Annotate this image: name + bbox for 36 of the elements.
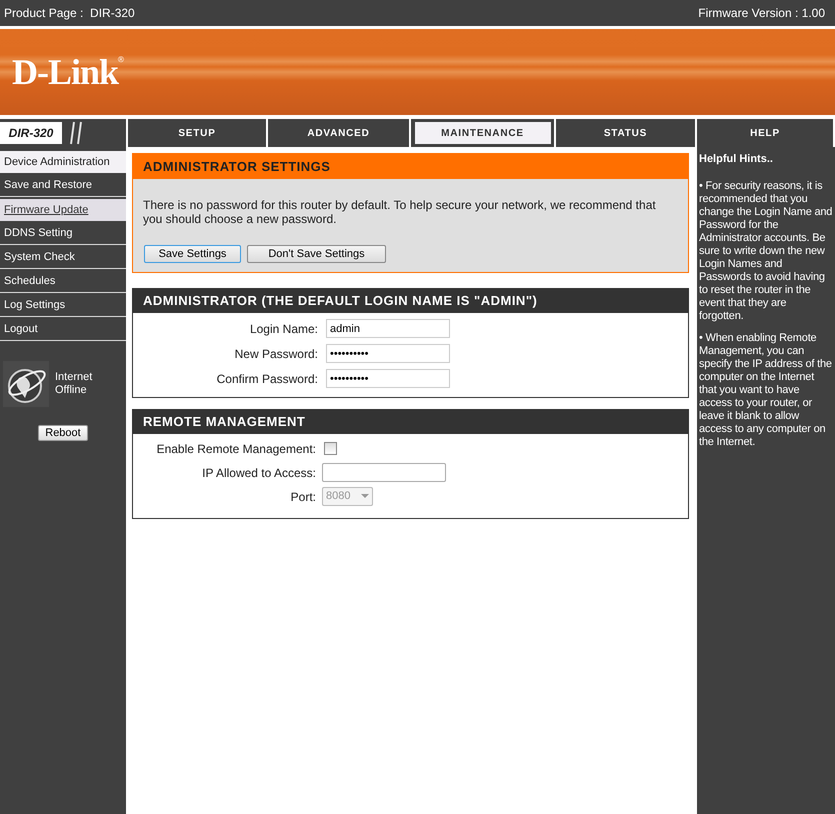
- nav-tab[interactable]: HELP: [697, 119, 833, 147]
- field-label: New Password:: [234, 346, 318, 362]
- panel-title: REMOTE MANAGEMENT: [133, 410, 688, 434]
- field-label: Confirm Password:: [216, 370, 318, 388]
- field-label: Port:: [290, 488, 316, 506]
- settings-description: There is no password for this router by default. To help secure your network, we recommend that you should choose a new password.: [142, 197, 657, 226]
- panel-title: ADMINISTRATOR SETTINGS: [133, 154, 688, 179]
- brand-logo: D-Link: [12, 54, 118, 90]
- nav-tab[interactable]: MAINTENANCE: [411, 119, 554, 147]
- nav-tab[interactable]: SETUP: [128, 119, 266, 147]
- internet-status: Internet: [55, 371, 92, 384]
- text-field[interactable]: [322, 463, 446, 482]
- registered-mark: ®: [118, 54, 124, 64]
- reboot-button[interactable]: Reboot: [38, 425, 88, 441]
- text-field[interactable]: admin: [326, 319, 450, 338]
- help-text: • For security reasons, it is recommended that you change the Login Name and Password for the Administrator accounts. Be sure to write down the new Login Names and Passwords to avoid having to reset the router in the event that they are forgotten.: [699, 180, 833, 322]
- panel-title: ADMINISTRATOR (THE DEFAULT LOGIN NAME IS "ADMIN"): [133, 289, 688, 313]
- sidebar-item[interactable]: Device Administration: [0, 151, 126, 173]
- field-label: IP Allowed to Access:: [201, 464, 316, 482]
- text-field[interactable]: ••••••••••: [326, 344, 450, 363]
- settings-button[interactable]: Don't Save Settings: [247, 245, 386, 263]
- text-field[interactable]: ••••••••••: [326, 369, 450, 388]
- help-title: Helpful Hints..: [699, 152, 774, 167]
- caret-icon: [361, 494, 369, 499]
- field-label: Enable Remote Management:: [156, 440, 316, 458]
- settings-button[interactable]: Save Settings: [144, 245, 241, 263]
- sidebar-item[interactable]: Firmware Update: [0, 199, 126, 221]
- field-label: Login Name:: [248, 320, 318, 338]
- help-text: • When enabling Remote Management, you can specify the IP address of the computer on the Internet that you want to have access to your router, or leave it blank to allow access to any computer on the Internet.: [699, 332, 833, 448]
- checkbox[interactable]: [324, 442, 337, 455]
- firmware-version: Firmware Version : 1.00: [698, 5, 826, 22]
- globe-icon: [3, 361, 49, 407]
- product-page-label: Product Page : DIR-320: [4, 5, 135, 22]
- internet-status: Offline: [55, 384, 88, 397]
- nav-tab[interactable]: STATUS: [556, 119, 695, 147]
- nav-tab[interactable]: ADVANCED: [268, 119, 409, 147]
